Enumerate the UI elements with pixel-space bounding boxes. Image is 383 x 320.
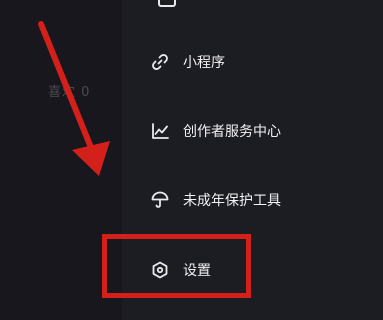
annotation-arrow xyxy=(38,21,110,176)
